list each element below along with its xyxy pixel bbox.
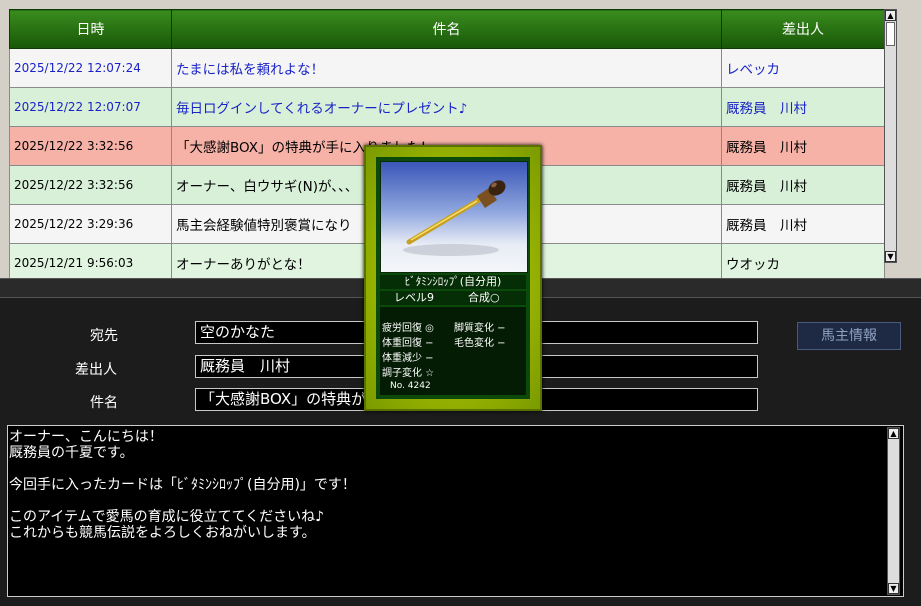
scroll-down-arrow-icon[interactable]: ▼ (888, 583, 899, 594)
body-line (9, 493, 869, 509)
from-label: 差出人 (75, 362, 117, 378)
body-line: これからも競馬伝説をよろしくおねがいします。 (9, 525, 316, 541)
body-line (9, 461, 869, 477)
card-body: ﾋﾞﾀﾐﾝｼﾛｯﾌﾟ(自分用) レベル9 合成○ 疲労回復 ◎ 脚質変化 − 体… (376, 157, 530, 399)
row-sender[interactable]: 厩務員 川村 (721, 126, 885, 166)
row-sender[interactable]: 厩務員 川村 (721, 165, 885, 205)
to-label: 宛先 (90, 328, 118, 344)
stat-leg-change: 脚質変化 − (454, 323, 506, 334)
stat-fatigue-recovery: 疲労回復 ◎ (382, 323, 434, 334)
body-line: オーナー、こんにちは！ (9, 429, 163, 445)
card-level-row: レベル9 合成○ (380, 291, 526, 305)
scroll-up-arrow-icon[interactable]: ▲ (885, 10, 896, 21)
column-header-subject[interactable]: 件名 (171, 9, 722, 49)
card-synthesis: 合成○ (468, 291, 500, 304)
card-image-dropper-icon (380, 161, 528, 273)
body-line: 厩務員の千夏です。 (9, 445, 134, 461)
row-date[interactable]: 2025/12/22 12:07:24 (9, 48, 172, 88)
row-sender[interactable]: 厩務員 川村 (721, 204, 885, 244)
stat-weight-loss: 体重減少 − (382, 353, 434, 364)
card-stats: 疲労回復 ◎ 脚質変化 − 体重回復 − 毛色変化 − 体重減少 − 調子変化 … (380, 307, 526, 395)
stat-condition-change: 調子変化 ☆ (382, 368, 435, 379)
row-date[interactable]: 2025/12/22 3:32:56 (9, 165, 172, 205)
scroll-thumb[interactable] (886, 22, 895, 46)
body-line: 今回手に入ったカードは「ﾋﾞﾀﾐﾝｼﾛｯﾌﾟ(自分用)」です！ (9, 477, 356, 493)
row-date[interactable]: 2025/12/22 3:32:56 (9, 126, 172, 166)
table-header-row: 日時 件名 差出人 (9, 9, 885, 49)
row-sender[interactable]: 厩務員 川村 (721, 87, 885, 127)
scroll-up-arrow-icon[interactable]: ▲ (888, 428, 899, 439)
row-sender[interactable]: レベッカ (721, 48, 885, 88)
scroll-down-arrow-icon[interactable]: ▼ (885, 251, 896, 262)
card-level: レベル9 (394, 291, 434, 304)
subject-label: 件名 (90, 395, 118, 411)
column-header-sender[interactable]: 差出人 (721, 9, 885, 49)
stat-weight-gain: 体重回復 − (382, 338, 434, 349)
stat-coat-change: 毛色変化 − (454, 338, 506, 349)
table-row[interactable]: 2025/12/22 12:07:07 毎日ログインしてくれるオーナーにプレゼン… (9, 87, 885, 127)
row-subject[interactable]: たまには私を頼れよな！ (171, 48, 722, 88)
message-body-text: オーナー、こんにちは！ 厩務員の千夏です。 今回手に入ったカードは「ﾋﾞﾀﾐﾝｼ… (9, 429, 869, 541)
row-date[interactable]: 2025/12/22 12:07:07 (9, 87, 172, 127)
card-number: No. 4242 (390, 381, 431, 391)
item-card-popup: ﾋﾞﾀﾐﾝｼﾛｯﾌﾟ(自分用) レベル9 合成○ 疲労回復 ◎ 脚質変化 − 体… (364, 145, 542, 411)
owner-info-button[interactable]: 馬主情報 (797, 322, 901, 350)
card-name: ﾋﾞﾀﾐﾝｼﾛｯﾌﾟ(自分用) (380, 275, 526, 289)
body-line: このアイテムで愛馬の育成に役立ててくださいね♪ (9, 509, 325, 525)
column-header-date[interactable]: 日時 (9, 9, 172, 49)
body-scrollbar[interactable]: ▲ ▼ (887, 427, 900, 595)
table-scrollbar[interactable]: ▲ ▼ (884, 9, 897, 263)
row-date[interactable]: 2025/12/22 3:29:36 (9, 204, 172, 244)
row-date[interactable]: 2025/12/21 9:56:03 (9, 243, 172, 283)
table-row[interactable]: 2025/12/22 12:07:24 たまには私を頼れよな！ レベッカ (9, 48, 885, 88)
row-sender[interactable]: ウオッカ (721, 243, 885, 283)
row-subject[interactable]: 毎日ログインしてくれるオーナーにプレゼント♪ (171, 87, 722, 127)
